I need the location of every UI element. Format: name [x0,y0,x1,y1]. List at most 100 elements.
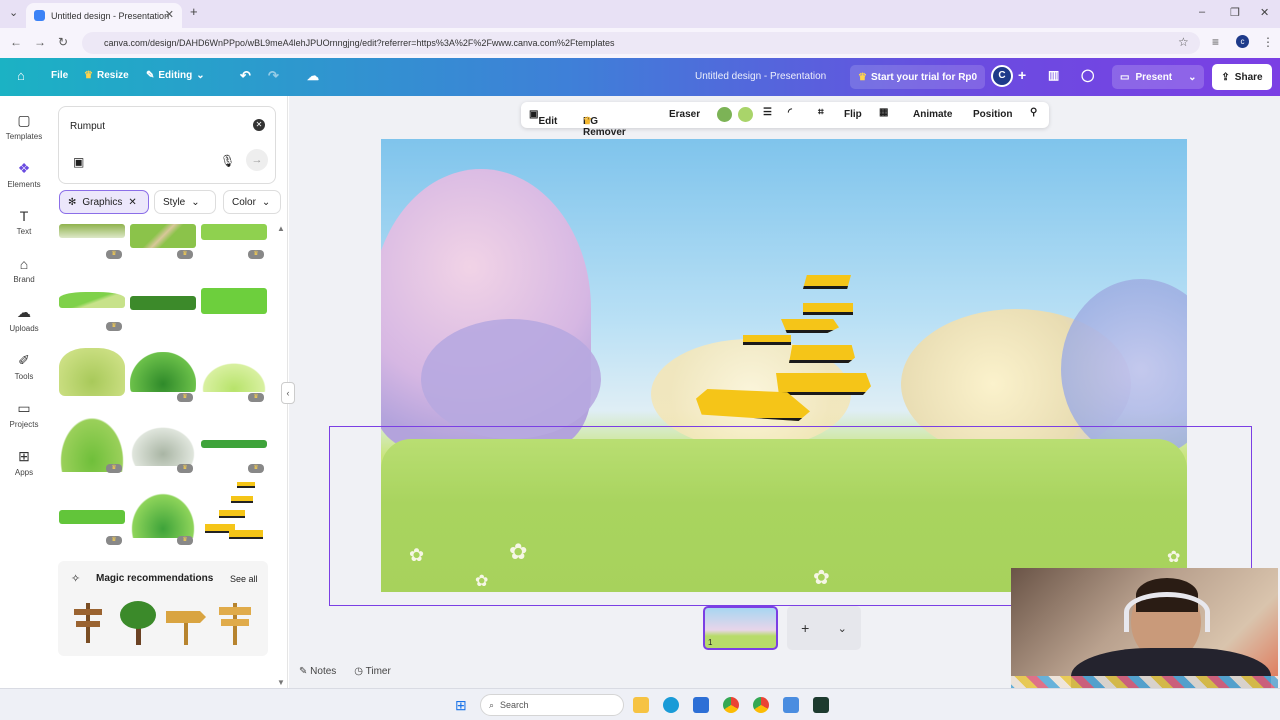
chrome-icon[interactable] [723,697,739,713]
edit-button[interactable]: ▣ Edit [529,109,557,127]
taskbar-search[interactable]: ⌕ Search [480,694,624,716]
position-button[interactable]: Position [973,109,1012,120]
browser-tab[interactable]: Untitled design - Presentation ✕ [26,3,182,28]
back-icon[interactable]: ← [10,35,22,49]
photos-icon[interactable] [783,697,799,713]
rail-item-uploads[interactable]: ☁ Uploads [0,304,48,333]
transparency-icon[interactable]: ▦ [879,107,888,118]
timer-button[interactable]: ◷ Timer [354,666,391,677]
rail-item-brand[interactable]: ⌂ Brand [0,256,48,284]
grass-tuft-graphic[interactable] [130,352,196,392]
bush-graphic[interactable] [59,348,125,396]
profile-avatar-icon[interactable]: c [1236,35,1249,48]
store-icon[interactable] [693,697,709,713]
image-search-icon[interactable]: ▣ [73,155,84,169]
reload-icon[interactable]: ↻ [58,35,68,49]
scroll-up-icon[interactable]: ▲ [277,224,285,233]
new-tab-icon[interactable]: + [190,4,198,19]
paint-format-icon[interactable]: ⚲ [1030,107,1037,118]
rail-item-projects[interactable]: ▭ Projects [0,400,48,429]
editing-mode-button[interactable]: ✎ Editing ⌄ [146,70,205,81]
url-field[interactable]: canva.com/design/DAHD6WnPPpo/wBL9meA4leh… [82,32,1200,54]
user-avatar[interactable]: C [991,65,1013,87]
remove-filter-icon[interactable]: ✕ [128,197,136,208]
minimize-icon[interactable]: – [1199,6,1205,18]
animate-button[interactable]: Animate [913,109,952,120]
grey-grass-graphic[interactable] [130,426,196,466]
tab-list-icon[interactable]: ⌄ [9,6,18,19]
present-button[interactable]: ▭ Present ⌄ [1112,65,1204,89]
browser-menu-icon[interactable]: ⋮ [1262,35,1274,49]
home-icon[interactable]: ⌂ [17,68,25,83]
file-explorer-icon[interactable] [633,697,649,713]
close-tab-icon[interactable]: ✕ [165,8,174,21]
page-thumbnail[interactable]: 1 [703,606,778,650]
undo-icon[interactable]: ↶ [240,68,251,84]
collapse-panel-icon[interactable]: ‹ [281,382,295,404]
rail-item-text[interactable]: T Text [0,208,48,236]
dark-grass-graphic[interactable] [130,296,196,310]
forward-icon[interactable]: → [34,35,46,49]
submit-search-icon[interactable]: → [246,149,268,171]
add-page-button[interactable]: + ⌄ [787,606,861,650]
graphics-filter-chip[interactable]: ✻ Graphics ✕ [59,190,149,214]
cloud-save-icon[interactable]: ☁ [307,69,319,83]
rail-item-apps[interactable]: ⊞ Apps [0,448,48,477]
search-input[interactable]: Rumput [70,121,105,132]
edge-icon[interactable] [663,697,679,713]
grass-graphic[interactable] [59,224,125,238]
resize-button[interactable]: ♛ Resize [84,70,129,81]
url-text: canva.com/design/DAHD6WnPPpo/wBL9meA4leh… [104,38,615,48]
grass-path-graphic[interactable] [130,224,196,248]
tree-graphic[interactable] [118,601,158,645]
reading-list-icon[interactable]: ≡ [1212,35,1219,49]
rail-item-templates[interactable]: ▢ Templates [0,112,48,141]
start-trial-button[interactable]: ♛ Start your trial for Rp0 [850,65,986,89]
clear-search-icon[interactable]: ✕ [253,119,265,131]
chevron-down-icon[interactable]: ⌄ [838,622,847,635]
grass-field-graphic[interactable] [201,288,267,314]
rail-item-tools[interactable]: ✐ Tools [0,352,48,381]
eraser-button[interactable]: Eraser [669,109,700,120]
crop-icon[interactable]: ⌗ [818,107,824,118]
grass-edge-graphic[interactable] [59,510,125,524]
color-swatch-1[interactable] [717,107,732,122]
microphone-icon[interactable]: 🎙 [220,154,235,168]
windows-start-icon[interactable]: ⊞ [455,697,467,714]
wooden-signpost-graphic[interactable] [72,603,104,643]
flip-button[interactable]: Flip [844,109,862,120]
corner-rounding-icon[interactable]: ◜ [788,107,792,118]
close-window-icon[interactable]: ✕ [1260,6,1269,19]
grass-border-graphic[interactable] [201,440,267,448]
share-button[interactable]: ⇪ Share [1212,64,1272,90]
premium-crown-icon: ♛ [106,536,122,545]
rail-item-elements[interactable]: ❖ Elements [0,160,48,189]
terminal-icon[interactable] [813,697,829,713]
add-collaborator-icon[interactable]: + [1018,67,1026,83]
notes-label: Notes [310,666,337,677]
arrow-sign-graphic[interactable] [166,605,206,645]
color-swatch-2[interactable] [738,107,753,122]
comments-icon[interactable]: ◯ [1081,68,1094,82]
document-title[interactable]: Untitled design - Presentation [695,71,826,82]
direction-sign-graphic[interactable] [218,603,252,645]
border-style-icon[interactable]: ☰ [763,107,772,118]
file-menu[interactable]: File [51,70,68,81]
grass-hill-graphic[interactable] [59,292,125,308]
analytics-icon[interactable]: ▥ [1048,68,1059,82]
stepping-stones-graphic[interactable] [201,482,267,548]
see-all-link[interactable]: See all [230,574,258,584]
grass-strip-graphic[interactable] [201,224,267,240]
chrome-profile-icon[interactable] [753,697,769,713]
flower-grass-graphic[interactable] [130,492,196,538]
scroll-down-icon[interactable]: ▼ [277,678,285,687]
tools-icon: ✐ [18,352,30,368]
light-grass-tuft-graphic[interactable] [201,362,267,392]
color-filter-chip[interactable]: Color ⌄ [223,190,281,214]
notes-button[interactable]: ✎ Notes [299,666,336,677]
style-filter-chip[interactable]: Style ⌄ [154,190,216,214]
elements-search-box[interactable]: Rumput ✕ ▣ 🎙 → [58,106,276,184]
bookmark-star-icon[interactable]: ☆ [1178,35,1189,49]
maximize-icon[interactable]: ❐ [1230,6,1240,19]
redo-icon[interactable]: ↷ [268,68,279,84]
